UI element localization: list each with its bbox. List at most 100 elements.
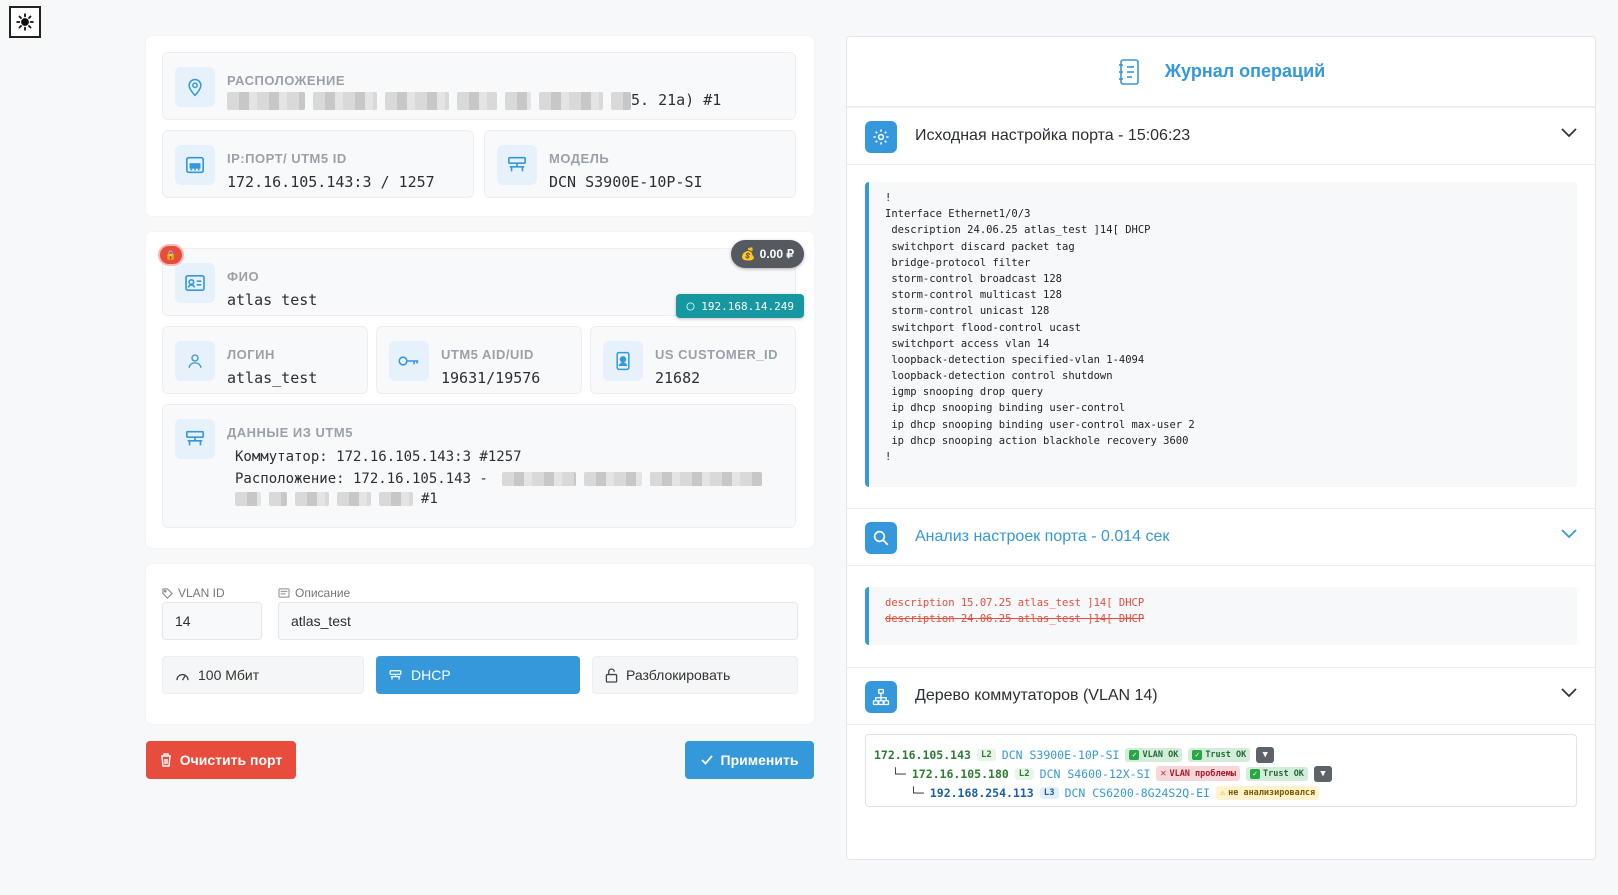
expand-button[interactable]: ▼ bbox=[1313, 765, 1332, 782]
status-text: VLAN OK bbox=[1142, 749, 1179, 760]
cross-icon: ✕ bbox=[1160, 768, 1167, 779]
tag-icon bbox=[162, 587, 173, 599]
tree-branch: └─ bbox=[910, 785, 924, 800]
analysis-diff-code: description 15.07.25 atlas_test ]14[ DHC… bbox=[865, 587, 1577, 645]
customer-id-label: US CUSTOMER_ID bbox=[655, 347, 779, 362]
chevron-down-icon bbox=[1561, 128, 1577, 138]
check-icon bbox=[700, 755, 713, 765]
speed-button[interactable]: 100 Мбит bbox=[162, 656, 364, 694]
balance-badge: 💰 0.00 ₽ bbox=[730, 240, 804, 268]
switch-level-badge: L2 bbox=[976, 748, 996, 761]
analysis-title: Анализ настроек порта - 0.014 сек bbox=[915, 528, 1170, 545]
config-line: storm-control broadcast 128 bbox=[885, 272, 1063, 285]
chevron-down-icon bbox=[1561, 529, 1577, 539]
fio-label: ФИО bbox=[227, 269, 260, 284]
config-line: ! bbox=[885, 451, 892, 463]
switch-info-card: РАСПОЛОЖЕНИЕ 5. 21а) #1 IP:ПОРТ/ UTM5 ID… bbox=[146, 36, 814, 216]
ip-port-field: IP:ПОРТ/ UTM5 ID 172.16.105.143:3 / 1257 bbox=[162, 130, 474, 198]
id-card-icon bbox=[175, 263, 215, 303]
journal-icon bbox=[1118, 58, 1139, 85]
status-badge: ✕ VLAN проблемы bbox=[1156, 766, 1240, 781]
user-ip-badge[interactable]: 192.168.14.249 bbox=[676, 294, 804, 318]
network-switch-icon bbox=[497, 145, 537, 185]
warning-icon: ⚠ bbox=[1219, 787, 1226, 798]
fio-value: atlas test bbox=[227, 291, 318, 309]
ip-port-label: IP:ПОРТ/ UTM5 ID bbox=[227, 151, 347, 166]
network-icon bbox=[389, 669, 402, 680]
initial-config-code: ! Interface Ethernet1/0/3 description 24.… bbox=[865, 182, 1577, 487]
card-text-icon bbox=[278, 588, 290, 598]
operation-log-panel: Журнал операций Исходная настройка порта… bbox=[846, 36, 1596, 860]
location-value: 5. 21а) #1 bbox=[227, 91, 721, 110]
login-field: ЛОГИН atlas_test bbox=[162, 326, 368, 394]
config-line: ! bbox=[885, 192, 892, 204]
switch-ip[interactable]: 172.16.105.180 bbox=[912, 767, 1009, 781]
theme-toggle-button[interactable] bbox=[9, 6, 41, 38]
utm-switch-line: Коммутатор: 172.16.105.143:3 #1257 bbox=[235, 449, 522, 465]
check-icon: ✓ bbox=[1192, 749, 1203, 760]
switch-model: DCN S3900E-10P-SI bbox=[1001, 747, 1120, 762]
lock-icon: 🔒 bbox=[165, 249, 177, 260]
port-settings-card: VLAN ID 14 Описание atlas_test 100 Мбит … bbox=[146, 564, 814, 724]
model-field: МОДЕЛЬ DCN S3900E-10P-SI bbox=[484, 130, 796, 198]
expand-button[interactable]: ▼ bbox=[1256, 746, 1275, 763]
aid-field: UTM5 AID/UID 19631/19576 bbox=[376, 326, 582, 394]
map-pin-icon bbox=[175, 67, 215, 107]
vlan-input[interactable]: 14 bbox=[162, 602, 262, 640]
utm-data-field: ДАННЫЕ ИЗ UTM5 Коммутатор: 172.16.105.14… bbox=[162, 404, 796, 528]
status-badge: ⚠ не анализировался bbox=[1215, 785, 1320, 800]
unblock-button[interactable]: Разблокировать bbox=[592, 656, 798, 694]
config-line: ip dhcp snooping binding user-control bbox=[885, 402, 1126, 415]
gear-icon bbox=[865, 121, 897, 153]
switch-model: DCN S4600-12X-SI bbox=[1039, 766, 1151, 781]
aid-label: UTM5 AID/UID bbox=[441, 347, 534, 362]
location-label: РАСПОЛОЖЕНИЕ bbox=[227, 73, 345, 88]
customer-info-card: ФИО atlas test 🔒 💰 0.00 ₽ 192.168.14.249… bbox=[146, 232, 814, 548]
config-line: switchport flood-control ucast bbox=[885, 321, 1081, 334]
switch-level-badge: L3 bbox=[1039, 786, 1059, 799]
config-line: loopback-detection control shutdown bbox=[885, 370, 1113, 383]
analysis-header[interactable]: Анализ настроек порта - 0.014 сек bbox=[847, 508, 1595, 566]
config-line: bridge-protocol filter bbox=[885, 256, 1031, 269]
speedometer-icon bbox=[176, 673, 189, 680]
config-line: loopback-detection specified-vlan 1-4094 bbox=[885, 353, 1145, 366]
config-line: igmp snooping drop query bbox=[885, 386, 1044, 399]
network-port-icon bbox=[175, 145, 215, 185]
apply-button[interactable]: Применить bbox=[685, 741, 814, 779]
switch-ip[interactable]: 172.16.105.143 bbox=[874, 748, 971, 762]
login-label: ЛОГИН bbox=[227, 347, 275, 362]
check-icon: ✓ bbox=[1129, 749, 1140, 760]
sun-icon bbox=[16, 13, 34, 31]
dhcp-button[interactable]: DHCP bbox=[376, 656, 580, 694]
utm-data-label: ДАННЫЕ ИЗ UTM5 bbox=[227, 425, 353, 440]
contact-card-icon bbox=[603, 341, 643, 381]
network-switch-icon bbox=[175, 419, 215, 459]
customer-id-value: 21682 bbox=[655, 369, 701, 387]
switch-level-badge: L2 bbox=[1014, 767, 1034, 780]
config-line: storm-control multicast 128 bbox=[885, 289, 1063, 302]
diff-added-line: description 15.07.25 atlas_test ]14[ DHC… bbox=[885, 597, 1145, 609]
utm-location-line: Расположение: 172.16.105.143 - bbox=[235, 471, 770, 487]
switch-tree-row: 172.16.105.143 L2 DCN S3900E-10P-SI ✓ VLAN O… bbox=[874, 745, 1568, 764]
ip-port-value: 172.16.105.143:3 / 1257 bbox=[227, 173, 435, 191]
model-label: МОДЕЛЬ bbox=[549, 151, 610, 166]
check-icon: ✓ bbox=[1249, 768, 1260, 779]
location-field: РАСПОЛОЖЕНИЕ 5. 21а) #1 bbox=[162, 52, 796, 120]
description-input[interactable]: atlas_test bbox=[278, 602, 798, 640]
user-ip-value: 192.168.14.249 bbox=[701, 299, 794, 313]
clear-port-button[interactable]: Очистить порт bbox=[146, 741, 296, 779]
config-line: switchport access vlan 14 bbox=[885, 337, 1050, 350]
config-line: switchport discard packet tag bbox=[885, 240, 1075, 253]
utm-location-cont: #1 bbox=[235, 491, 438, 507]
vlan-label: VLAN ID bbox=[162, 586, 225, 600]
status-badge: ✓ VLAN OK bbox=[1125, 747, 1183, 762]
switch-tree-header[interactable]: Дерево коммутаторов (VLAN 14) bbox=[847, 667, 1595, 725]
switch-ip[interactable]: 192.168.254.113 bbox=[930, 786, 1034, 800]
lock-badge[interactable]: 🔒 bbox=[158, 244, 184, 266]
balance-value: 0.00 ₽ bbox=[759, 247, 794, 261]
config-line: Interface Ethernet1/0/3 bbox=[885, 208, 1031, 221]
initial-config-header[interactable]: Исходная настройка порта - 15:06:23 bbox=[847, 107, 1595, 165]
sitemap-icon bbox=[865, 681, 897, 713]
config-line: description 24.06.25 atlas_test ]14[ DHC… bbox=[885, 224, 1151, 237]
globe-icon bbox=[686, 301, 695, 311]
